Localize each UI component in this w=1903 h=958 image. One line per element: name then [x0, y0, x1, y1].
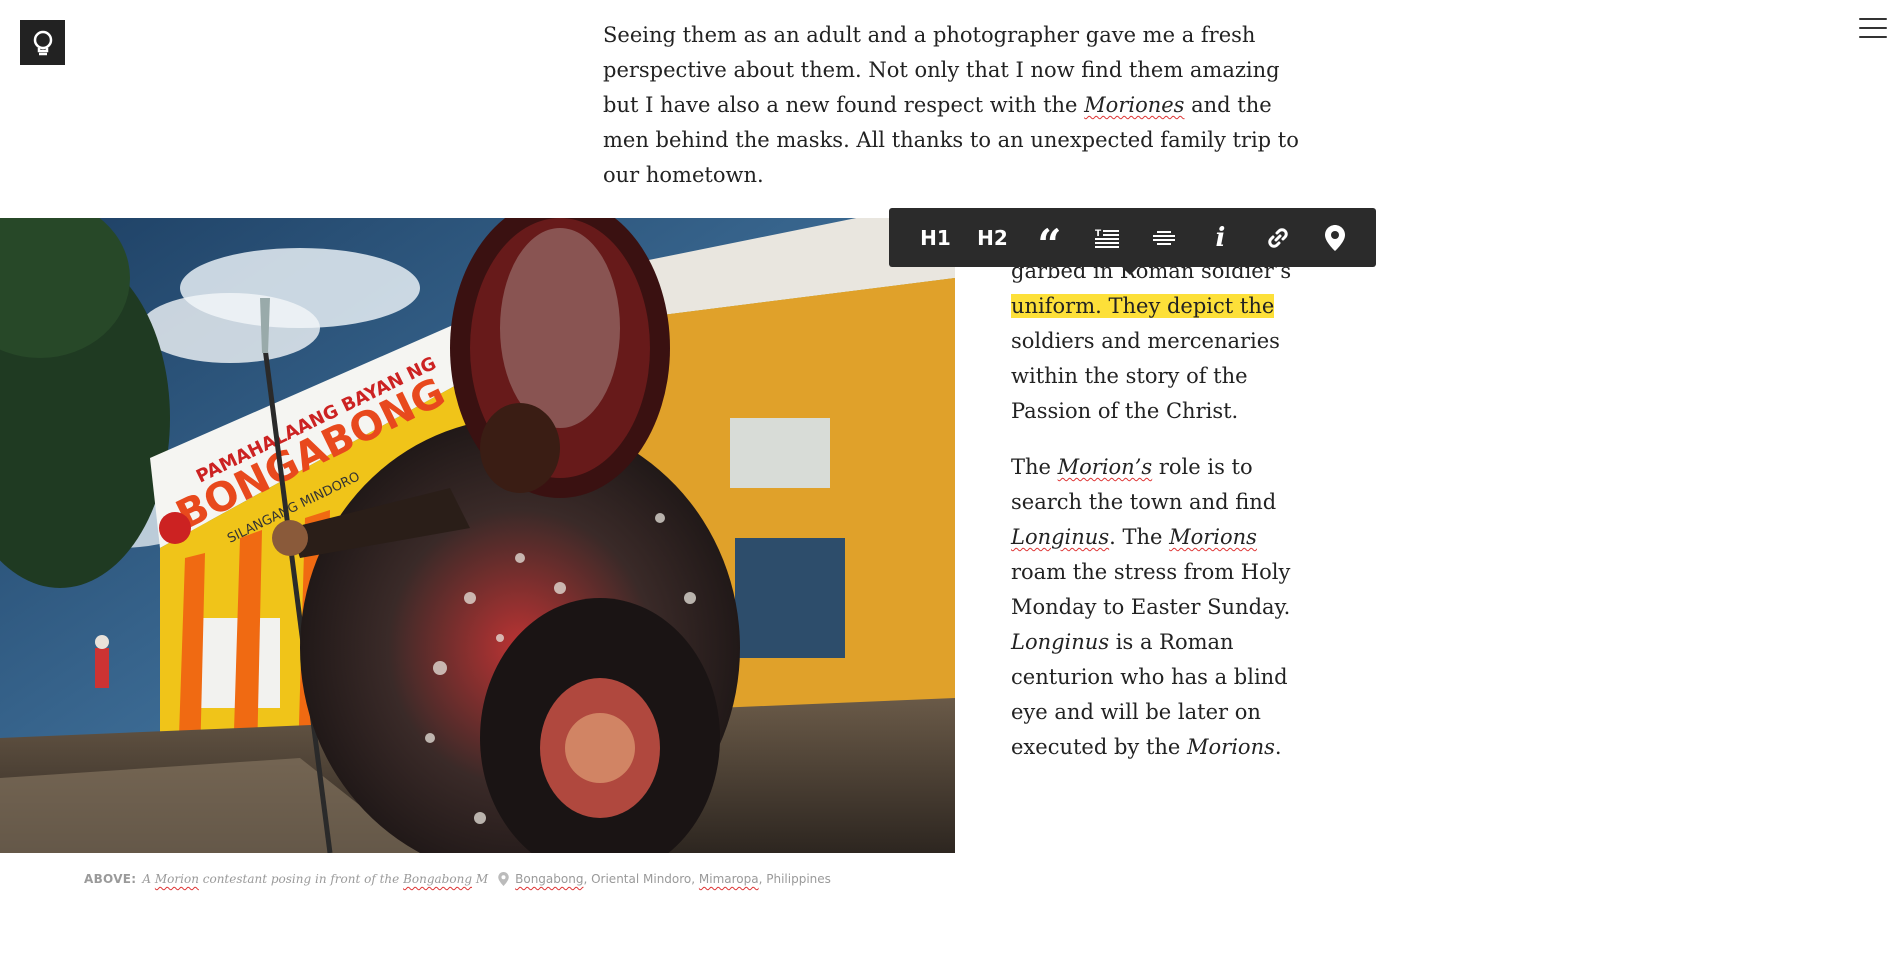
text-format-toolbar: H1 H2 “ T i — [889, 208, 1376, 275]
italic-button[interactable]: i — [1192, 208, 1249, 267]
logo-bulb-icon — [33, 30, 52, 55]
paragraph-morion-role: The Morion’s role is to search the town … — [1011, 455, 1291, 759]
link-icon — [1267, 227, 1288, 248]
paragraph-format-button[interactable]: T — [1078, 208, 1135, 267]
intro-paragraph[interactable]: Seeing them as an adult and a photograph… — [603, 18, 1313, 193]
paragraph-format-icon: T — [1094, 229, 1119, 248]
spellcheck-word: Moriones — [1084, 93, 1185, 117]
highlighted-selection[interactable]: uniform. They depict the — [1011, 294, 1275, 318]
site-logo[interactable] — [20, 20, 65, 65]
location-button[interactable] — [1306, 208, 1363, 267]
center-align-button[interactable] — [1135, 208, 1192, 267]
photo-caption[interactable]: ABOVE: A Morion contestant posing in fro… — [84, 872, 831, 886]
article-photo[interactable]: PAMAHALAANG BAYAN NG BONGABONG SILANGANG… — [0, 218, 955, 853]
location-pin-icon — [498, 872, 509, 886]
heading2-button[interactable]: H2 — [964, 208, 1021, 267]
svg-text:T: T — [1095, 229, 1102, 239]
link-button[interactable] — [1249, 208, 1306, 267]
blockquote-button[interactable]: “ — [1021, 201, 1078, 274]
morion-photo-image: PAMAHALAANG BAYAN NG BONGABONG SILANGANG… — [0, 218, 955, 853]
heading1-button[interactable]: H1 — [907, 208, 964, 267]
side-text[interactable]: garbed in Roman soldier’s uniform. They … — [1011, 254, 1311, 786]
hamburger-menu-icon[interactable] — [1859, 18, 1887, 38]
map-pin-icon — [1324, 224, 1345, 251]
center-align-icon — [1152, 230, 1175, 245]
paragraph-moriones-description: garbed in Roman soldier’s uniform. They … — [1011, 259, 1292, 423]
caption-location: Bongabong, Oriental Mindoro, Mimaropa, P… — [515, 872, 831, 886]
